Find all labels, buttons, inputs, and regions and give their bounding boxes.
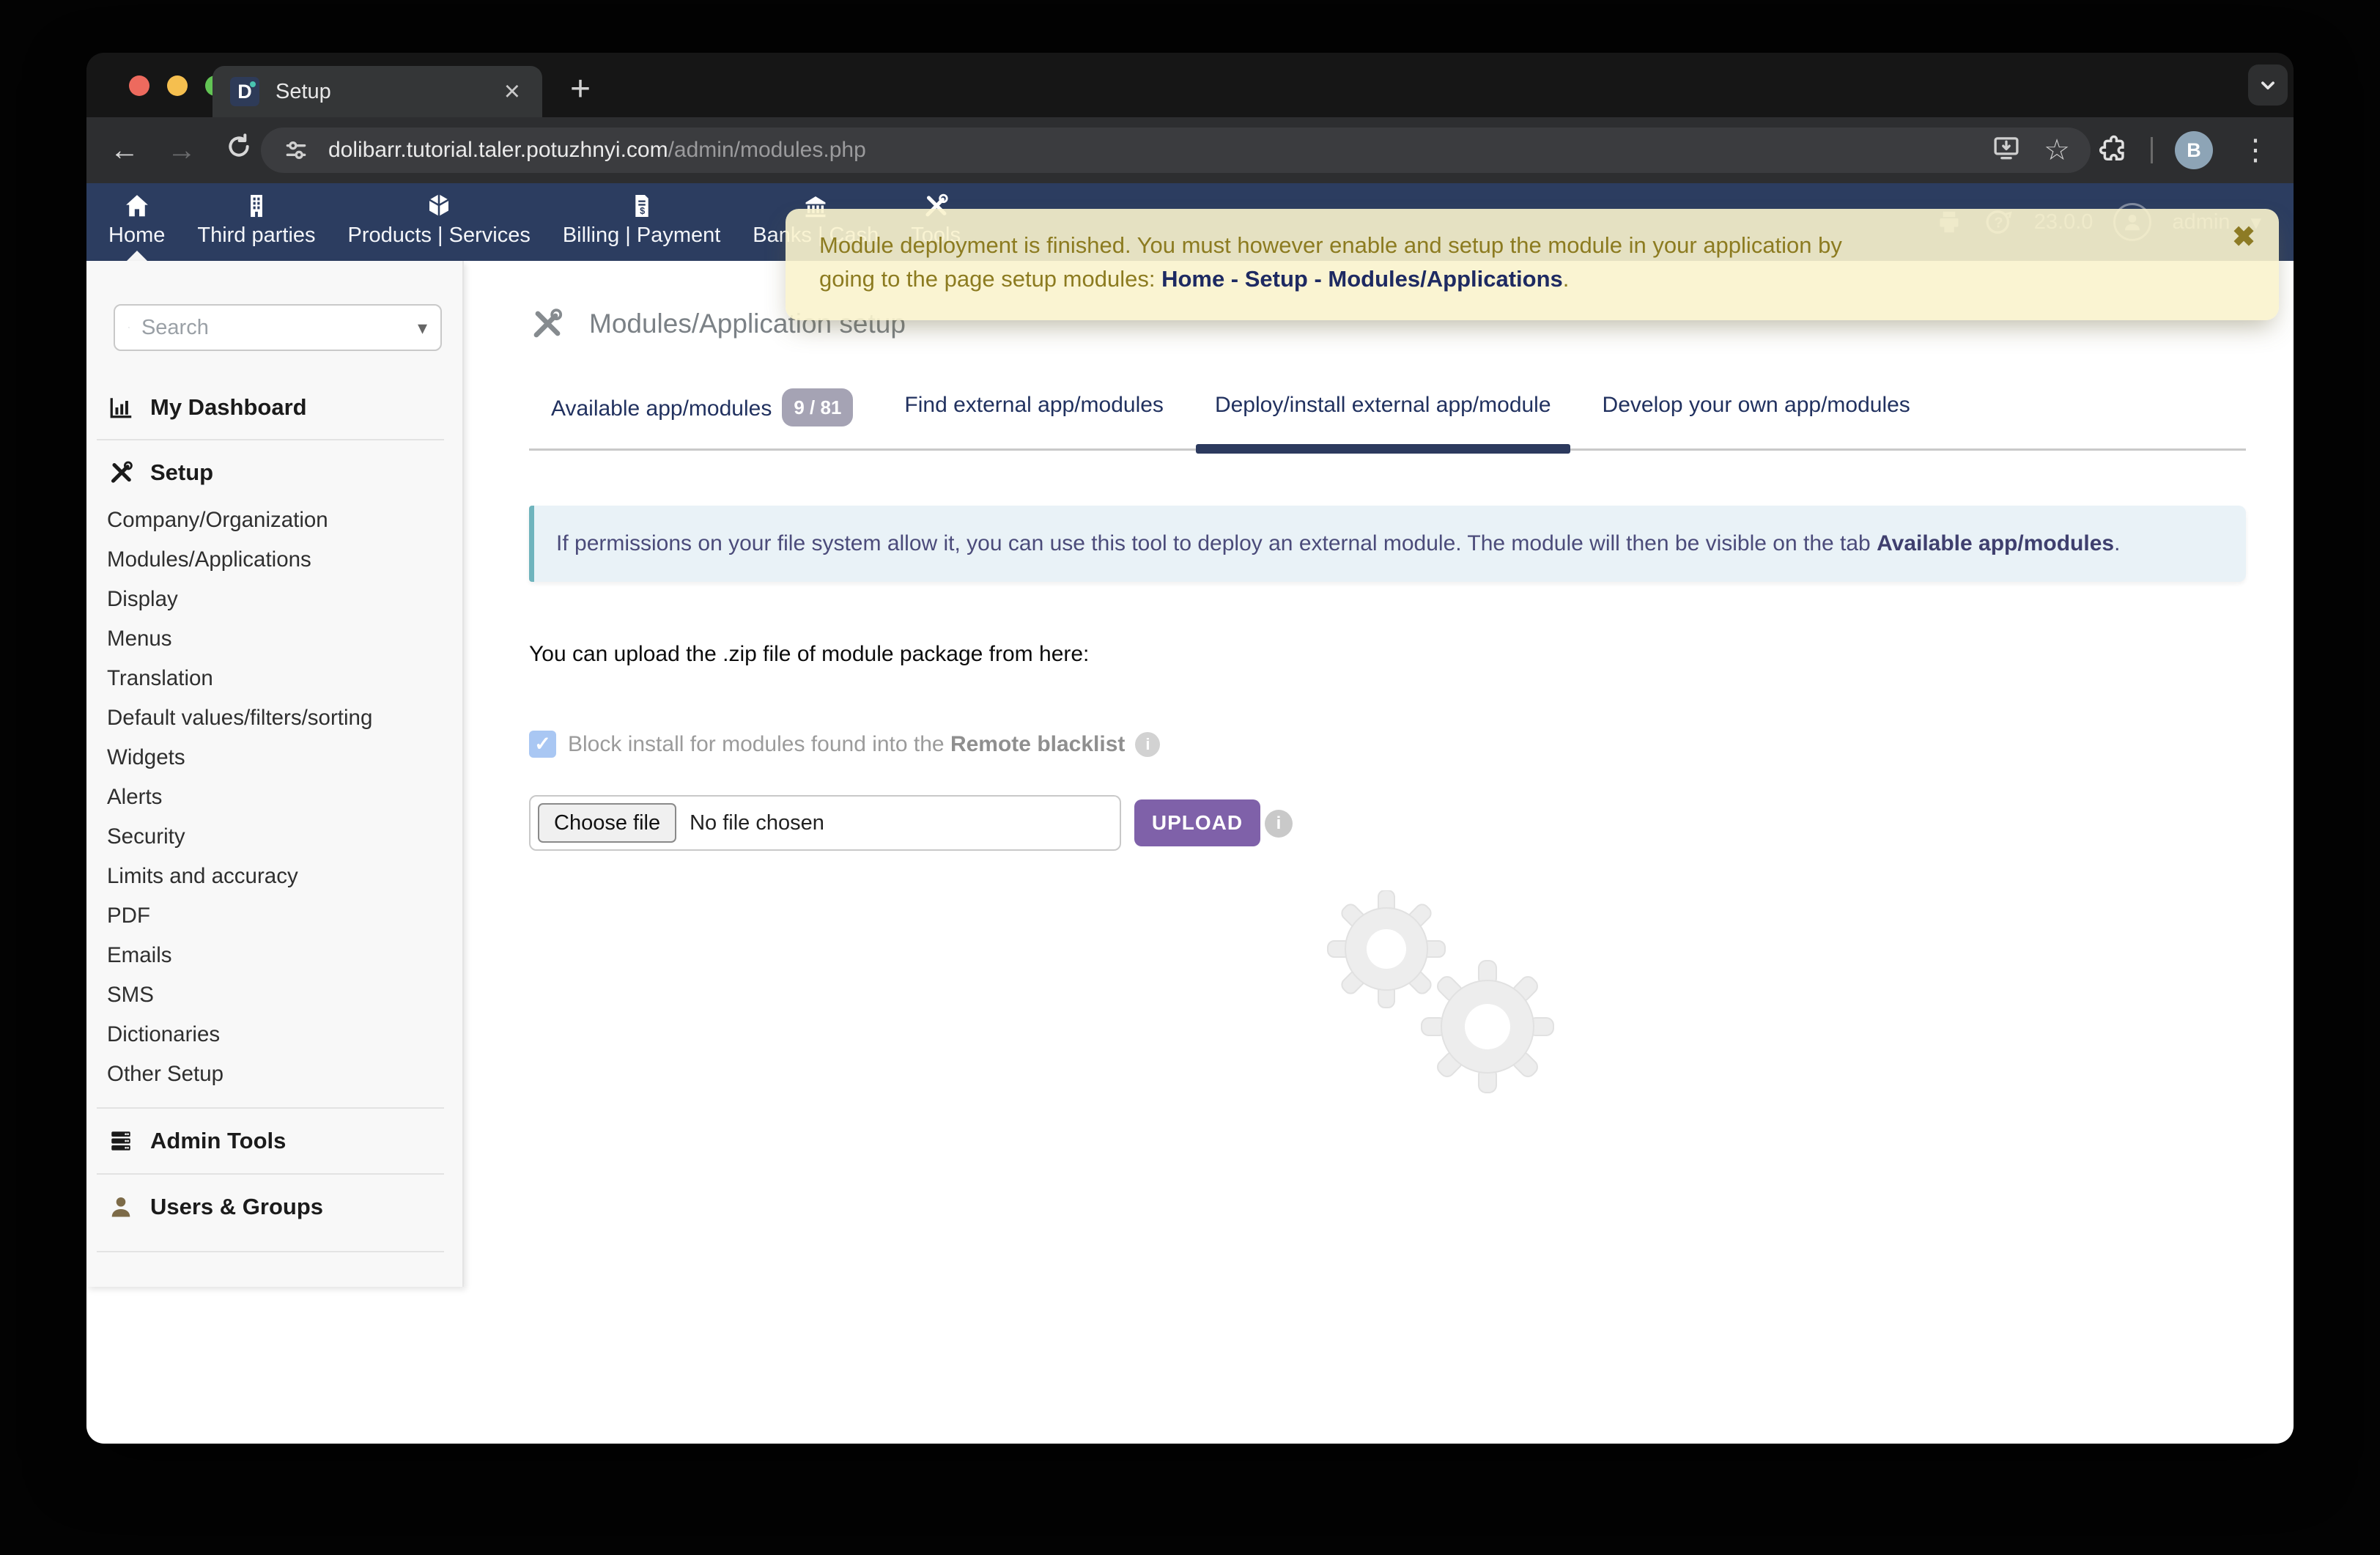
search-input[interactable] [141,316,418,340]
upload-button[interactable]: UPLOAD [1134,799,1260,846]
upload-instructions: You can upload the .zip file of module p… [529,642,1089,667]
sidebar-item-emails[interactable]: Emails [86,936,462,975]
products-icon [425,192,453,220]
home-icon [123,192,151,220]
modules-setup-icon [529,306,564,341]
toolbar-divider [2151,137,2153,163]
browser-tab-strip: D Setup × + [86,53,2294,117]
sidebar-item-my-dashboard[interactable]: My Dashboard [108,385,462,430]
url-domain: dolibarr.tutorial.taler.potuzhnyi.com [328,138,668,162]
gears-watermark [1276,890,1592,1103]
billing-icon: $ [628,192,656,220]
browser-window: D Setup × + ← → dolibarr.tutorial.taler.… [86,53,2294,1444]
sidebar-item-menus[interactable]: Menus [86,619,462,659]
module-tabs: Available app/modules9 / 81 Find externa… [529,388,2246,451]
url-bar[interactable]: dolibarr.tutorial.taler.potuzhnyi.com/ad… [261,128,2091,173]
bookmark-star-icon[interactable]: ☆ [2044,136,2070,165]
server-icon [108,1128,134,1154]
new-tab-button[interactable]: + [570,72,591,107]
sidebar-search[interactable]: ▾ [114,304,442,351]
sidebar-item-users-groups[interactable]: Users & Groups [108,1185,462,1229]
tab-title: Setup [276,80,500,104]
sidebar-item-modules-applications[interactable]: Modules/Applications [86,540,462,580]
sidebar-divider [97,439,444,440]
tab-search-button[interactable] [2248,64,2288,106]
sidebar-divider [97,1251,444,1252]
macos-close-button[interactable] [129,75,149,96]
toolbar-right-cluster: B ⋮ [2096,117,2276,183]
browser-tab[interactable]: D Setup × [212,66,542,117]
setup-tools-icon [108,459,134,486]
choose-file-button[interactable]: Choose file [538,803,676,843]
notification-line1: Module deployment is finished. You must … [819,229,2169,262]
tab-find-external-app-modules[interactable]: Find external app/modules [904,388,1164,426]
sidebar-item-sms[interactable]: SMS [86,975,462,1015]
nav-item-third-parties[interactable]: Third parties [181,183,331,261]
blacklist-option-row: ✓ Block install for modules found into t… [529,731,1160,758]
sidebar-item-widgets[interactable]: Widgets [86,738,462,778]
search-caret-icon[interactable]: ▾ [418,317,427,339]
sidebar-item-default-values[interactable]: Default values/filters/sorting [86,698,462,738]
traffic-lights [129,75,226,96]
extensions-icon[interactable] [2096,133,2129,169]
nav-item-products-services[interactable]: Products | Services [332,183,547,261]
tab-deploy-install-external[interactable]: Deploy/install external app/module [1215,388,1551,426]
sidebar-item-pdf[interactable]: PDF [86,896,462,936]
tab-close-icon[interactable]: × [500,78,525,106]
notification-line2: going to the page setup modules: Home - … [819,262,2169,296]
file-input[interactable]: Choose file No file chosen [529,795,1121,851]
main-content: Modules/Application setup Available app/… [529,183,2246,1444]
browser-toolbar: ← → dolibarr.tutorial.taler.potuzhnyi.co… [86,117,2294,183]
sidebar-divider [97,1173,444,1175]
search-icon [128,316,130,339]
url-path: /admin/modules.php [668,138,866,162]
sidebar-item-limits-accuracy[interactable]: Limits and accuracy [86,857,462,896]
third-parties-icon [243,192,270,220]
nav-item-home[interactable]: Home [92,183,181,261]
browser-profile-avatar[interactable]: B [2175,131,2213,169]
notification-close-icon[interactable]: ✖ [2232,221,2255,254]
browser-menu-icon[interactable]: ⋮ [2235,133,2276,167]
file-input-status: No file chosen [690,811,824,835]
setup-menu-list: Company/Organization Modules/Application… [86,501,462,1094]
chevron-down-icon [2255,73,2280,97]
svg-text:$: $ [640,206,645,216]
site-settings-icon[interactable] [281,136,311,165]
sidebar-item-display[interactable]: Display [86,580,462,619]
install-app-icon[interactable] [1991,133,2022,169]
info-banner: If permissions on your file system allow… [529,506,2246,582]
sidebar-divider [97,1107,444,1109]
macos-minimize-button[interactable] [167,75,188,96]
reload-button[interactable] [220,132,258,169]
setup-modules-link[interactable]: Home - Setup - Modules/Applications [1161,266,1563,292]
sidebar-item-company-organization[interactable]: Company/Organization [86,501,462,540]
blacklist-label: Block install for modules found into the… [568,732,1125,757]
forward-button[interactable]: → [163,134,201,167]
sidebar: ▾ My Dashboard Setup Company/Organizatio… [86,261,464,1287]
tab-develop-your-own[interactable]: Develop your own app/modules [1603,388,1910,426]
deployment-notification: Module deployment is finished. You must … [786,209,2279,320]
sidebar-item-setup[interactable]: Setup [108,451,462,495]
sidebar-item-dictionaries[interactable]: Dictionaries [86,1015,462,1054]
sidebar-item-translation[interactable]: Translation [86,659,462,698]
tab-available-app-modules[interactable]: Available app/modules9 / 81 [551,388,853,426]
users-icon [108,1194,134,1220]
sidebar-item-admin-tools[interactable]: Admin Tools [108,1119,462,1163]
dashboard-chart-icon [108,394,134,421]
module-count-badge: 9 / 81 [782,388,853,426]
blacklist-checkbox[interactable]: ✓ [529,731,556,758]
blacklist-info-icon[interactable]: i [1135,732,1160,757]
dolibarr-favicon: D [230,77,259,106]
nav-item-billing-payment[interactable]: $ Billing | Payment [547,183,736,261]
sidebar-item-security[interactable]: Security [86,817,462,857]
reload-icon [224,132,254,161]
upload-info-icon[interactable]: i [1265,810,1293,838]
sidebar-item-other-setup[interactable]: Other Setup [86,1054,462,1094]
back-button[interactable]: ← [106,134,144,167]
url-text[interactable]: dolibarr.tutorial.taler.potuzhnyi.com/ad… [328,138,1969,163]
dolibarr-page: Home Third parties Products | Services $… [86,183,2294,1444]
sidebar-item-alerts[interactable]: Alerts [86,778,462,817]
